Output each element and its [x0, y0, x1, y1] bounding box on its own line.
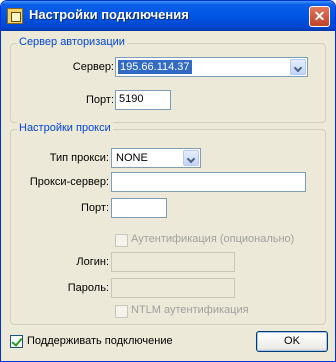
- port-label: Порт:: [86, 94, 114, 106]
- auth-checkbox[interactable]: [115, 234, 128, 247]
- connection-settings-dialog: Настройки подключения ✕ Сервер авторизац…: [0, 0, 336, 362]
- dialog-body: Сервер авторизации Сервер: 195.66.114.37…: [4, 31, 332, 358]
- password-label: Пароль:: [67, 282, 109, 294]
- password-input[interactable]: [111, 278, 235, 298]
- proxy-type-combo[interactable]: NONE: [111, 148, 201, 168]
- proxy-port-input[interactable]: [111, 198, 167, 218]
- proxy-type-value: NONE: [116, 152, 148, 164]
- auth-server-group: Сервер авторизации Сервер: 195.66.114.37…: [10, 36, 326, 123]
- proxy-settings-group-title: Настройки прокси: [17, 122, 113, 134]
- login-input[interactable]: [111, 252, 235, 272]
- keepalive-checkbox[interactable]: [10, 335, 23, 348]
- keepalive-label: Поддерживать подключение: [27, 335, 173, 347]
- proxy-server-input[interactable]: [111, 172, 306, 192]
- auth-checkbox-label: Аутентификация (опционально): [131, 233, 295, 245]
- chevron-down-icon[interactable]: [183, 150, 199, 166]
- server-label: Сервер:: [72, 61, 114, 73]
- chevron-down-icon[interactable]: [290, 59, 306, 75]
- login-label: Логин:: [76, 256, 109, 268]
- dialog-title: Настройки подключения: [29, 7, 189, 22]
- ok-button[interactable]: OK: [256, 331, 328, 352]
- port-input[interactable]: 5190: [115, 90, 171, 110]
- proxy-type-label: Тип прокси:: [49, 152, 109, 164]
- proxy-port-label: Порт:: [81, 202, 109, 214]
- proxy-server-label: Прокси-сервер:: [29, 176, 109, 188]
- server-value: 195.66.114.37: [118, 60, 192, 74]
- auth-server-group-title: Сервер авторизации: [17, 36, 127, 48]
- close-button[interactable]: ✕: [309, 6, 330, 27]
- ntlm-checkbox[interactable]: [115, 305, 128, 318]
- ntlm-checkbox-label: NTLM аутентификация: [131, 304, 249, 316]
- proxy-settings-group: Настройки прокси Тип прокси: NONE Прокси…: [10, 122, 326, 325]
- server-combo[interactable]: 195.66.114.37: [115, 57, 308, 77]
- app-icon: [7, 8, 23, 24]
- title-bar[interactable]: Настройки подключения ✕: [1, 1, 335, 31]
